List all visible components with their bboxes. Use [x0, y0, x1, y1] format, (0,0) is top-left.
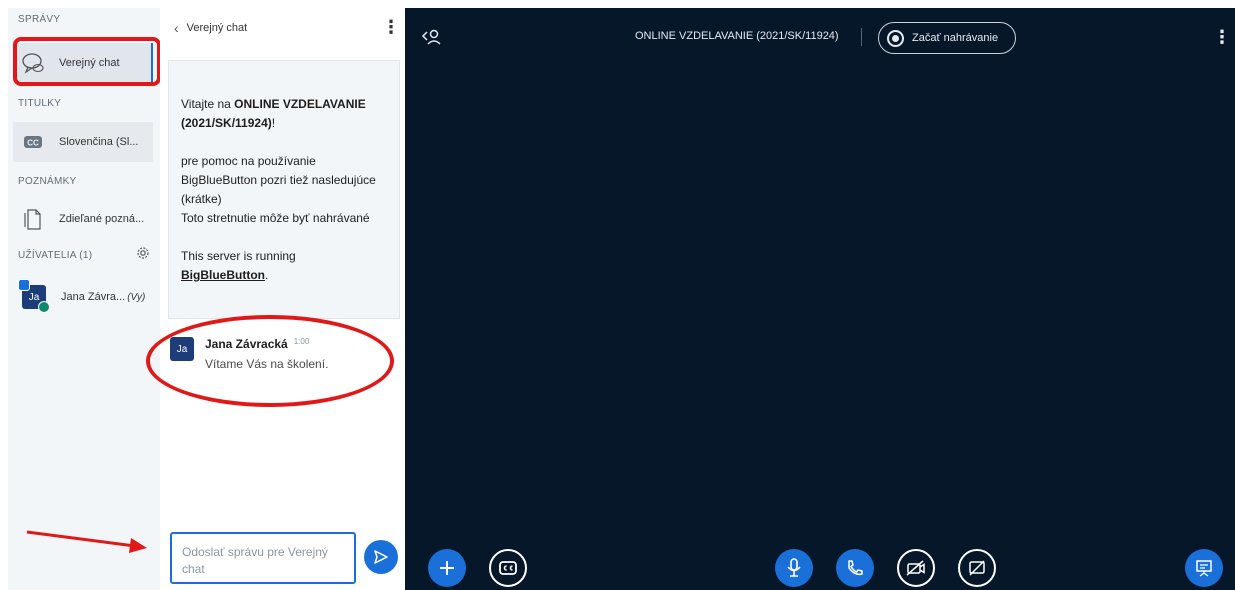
annotation-arrow [26, 530, 147, 553]
users-section-title: UŽÍVATELIA (1) [18, 250, 93, 261]
captions-section-title: TITULKY [18, 98, 62, 109]
sidebar-item-shared-notes[interactable]: Zdieľané pozná... [13, 199, 153, 239]
sidebar-item-label: Zdieľané pozná... [59, 213, 145, 225]
annotation-highlight-box [13, 37, 161, 86]
meeting-title: ONLINE VZDELAVANIE (2021/SK/11924) [635, 30, 839, 42]
welcome-line: Vitajte na ONLINE VZDELAVANIE (2021/SK/1… [181, 97, 366, 130]
restore-presentation-button[interactable] [1185, 549, 1223, 587]
record-icon [887, 29, 904, 47]
join-video-button[interactable] [897, 549, 935, 587]
chat-panel: ‹ Verejný chat ⋮ Vitajte na ONLINE VZDEL… [160, 8, 410, 590]
microphone-icon [787, 558, 801, 577]
leave-audio-button[interactable] [836, 549, 874, 587]
annotation-ellipse [146, 315, 394, 407]
user-list-item[interactable]: Ja Jana Závra... (Vy) [18, 279, 160, 315]
closed-captions-icon: CC [19, 135, 47, 149]
closed-captions-icon [499, 561, 517, 575]
chevron-left-icon[interactable]: ‹ [174, 20, 179, 36]
help-text: pre pomoc na používanie BigBlueButton po… [181, 154, 376, 206]
welcome-message: Vitajte na ONLINE VZDELAVANIE (2021/SK/1… [168, 60, 400, 319]
server-line: This server is running BigBlueButton. [181, 249, 296, 282]
settings-gear-icon[interactable] [136, 246, 150, 265]
bigbluebutton-link[interactable]: BigBlueButton [181, 268, 265, 282]
chat-title: Verejný chat [186, 22, 248, 34]
record-label: Začať nahrávanie [912, 32, 999, 44]
phone-icon [848, 560, 863, 576]
you-tag: (Vy) [127, 291, 146, 303]
camera-off-icon [906, 560, 925, 576]
send-button[interactable] [364, 540, 398, 574]
user-name: Jana Závra... [61, 291, 126, 303]
share-screen-button[interactable] [958, 549, 996, 587]
actions-button[interactable] [428, 549, 466, 587]
toggle-user-list-icon[interactable] [421, 28, 441, 51]
chat-message-input[interactable]: Odoslať správu pre Verejný chat [170, 532, 356, 584]
recording-note: Toto stretnutie môže byť nahrávané [181, 211, 370, 225]
messages-section-title: SPRÁVY [18, 14, 61, 25]
document-icon [19, 207, 47, 231]
send-icon [374, 550, 388, 564]
divider [861, 28, 862, 46]
captions-button[interactable] [489, 549, 527, 587]
sidebar-item-captions[interactable]: CC Slovenčina (Sl... [13, 122, 153, 162]
presentation-icon [1196, 560, 1212, 577]
main-options-kebab-icon[interactable]: ⋮ [1213, 28, 1231, 46]
plus-icon [440, 561, 454, 575]
mute-button[interactable] [775, 549, 813, 587]
microphone-status-icon [38, 301, 50, 313]
start-recording-button[interactable]: Začať nahrávanie [878, 22, 1016, 54]
user-list-panel: SPRÁVY Verejný chat TITULKY CC Slovenčin… [8, 8, 160, 590]
chat-options-kebab-icon[interactable]: ⋮ [382, 18, 400, 36]
notes-section-title: POZNÁMKY [18, 176, 77, 187]
presentation-area: ONLINE VZDELAVANIE (2021/SK/11924) Začať… [405, 8, 1235, 590]
screenshare-off-icon [969, 560, 985, 576]
sidebar-item-label: Slovenčina (Sl... [59, 136, 139, 148]
chat-header[interactable]: ‹ Verejný chat [174, 20, 247, 36]
svg-text:CC: CC [27, 139, 39, 148]
presenter-icon [18, 279, 30, 291]
